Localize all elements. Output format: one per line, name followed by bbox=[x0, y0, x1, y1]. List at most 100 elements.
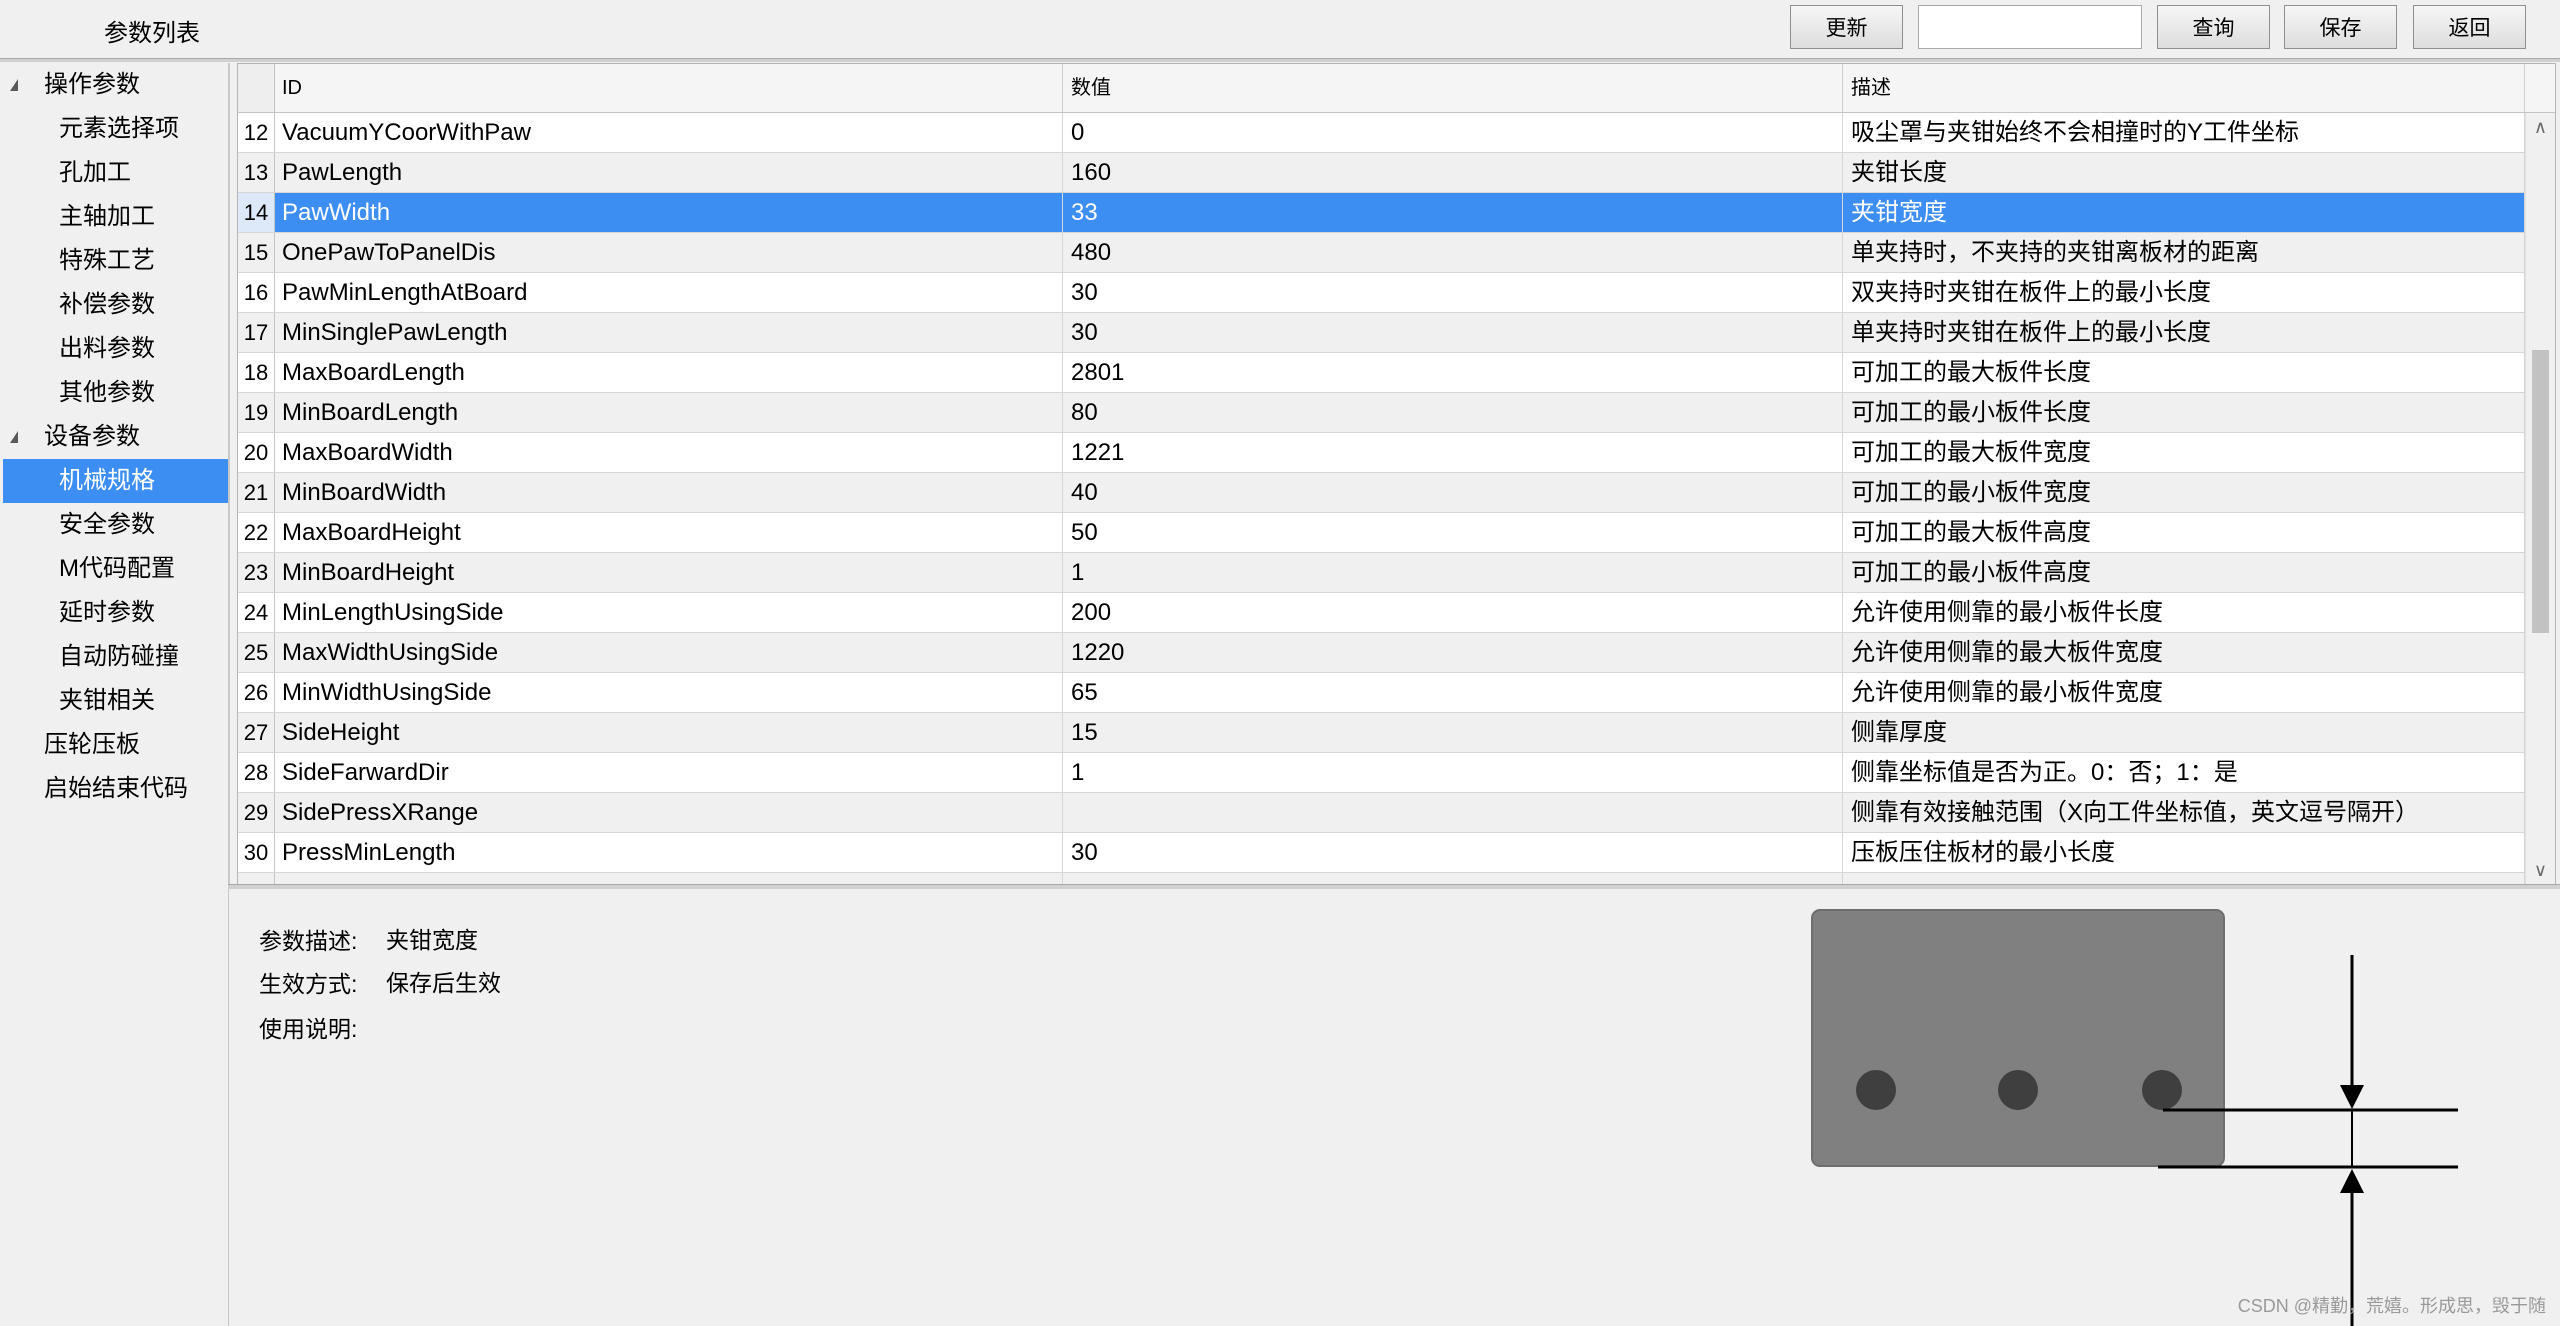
back-button[interactable]: 返回 bbox=[2413, 5, 2526, 49]
usage-label: 使用说明: bbox=[259, 1016, 358, 1042]
table-row[interactable]: 23 MinBoardHeight 1 可加工的最小板件高度 bbox=[238, 553, 2525, 593]
save-button[interactable]: 保存 bbox=[2284, 5, 2397, 49]
cell-value[interactable]: 200 bbox=[1063, 593, 1843, 632]
cell-value[interactable]: 15 bbox=[1063, 713, 1843, 752]
cell-value[interactable]: 50 bbox=[1063, 513, 1843, 552]
tree-item-label: 特殊工艺 bbox=[59, 247, 155, 274]
table-row[interactable]: 17 MinSinglePawLength 30 单夹持时夹钳在板件上的最小长度 bbox=[238, 313, 2525, 353]
watermark: CSDN @精勤，荒嬉。形成思，毁于随 bbox=[2237, 1296, 2546, 1316]
tree-node-start-end-code[interactable]: 启始结束代码 bbox=[3, 767, 228, 811]
query-button[interactable]: 查询 bbox=[2157, 5, 2270, 49]
tree-item-clamp[interactable]: 夹钳相关 bbox=[3, 679, 228, 723]
cell-value[interactable]: 65 bbox=[1063, 673, 1843, 712]
scroll-down-icon[interactable]: ∨ bbox=[2526, 856, 2555, 884]
tree-item-special-process[interactable]: 特殊工艺 bbox=[3, 239, 228, 283]
tree-item-delay[interactable]: 延时参数 bbox=[3, 591, 228, 635]
table-row[interactable]: 22 MaxBoardHeight 50 可加工的最大板件高度 bbox=[238, 513, 2525, 553]
tree-node-operation-params[interactable]: 操作参数 bbox=[3, 63, 228, 107]
table-row[interactable]: 12 VacuumYCoorWithPaw 0 吸尘罩与夹钳始终不会相撞时的Y工件坐标 bbox=[238, 113, 2525, 153]
table-row[interactable]: 24 MinLengthUsingSide 200 允许使用侧靠的最小板件长度 bbox=[238, 593, 2525, 633]
update-button[interactable]: 更新 bbox=[1790, 5, 1903, 49]
effect-mode-label: 生效方式: bbox=[259, 971, 358, 997]
table-row[interactable]: 29 SidePressXRange 侧靠有效接触范围（X向工件坐标值，英文逗号隔开… bbox=[238, 793, 2525, 833]
parameter-grid: ID 数值 描述 12 VacuumYCoorWithPaw 0 吸尘罩与夹钳始终不会… bbox=[237, 63, 2556, 885]
table-row[interactable]: 30 PressMinLength 30 压板压住板材的最小长度 bbox=[238, 833, 2525, 873]
cell-description: 双夹持时夹钳在板件上的最小长度 bbox=[1843, 273, 2525, 312]
tree-item-safety[interactable]: 安全参数 bbox=[3, 503, 228, 547]
search-input[interactable] bbox=[1918, 5, 2142, 49]
table-row[interactable]: 14 PawWidth 33 夹钳宽度 bbox=[238, 193, 2525, 233]
tree-item-label: M代码配置 bbox=[59, 555, 175, 582]
table-row[interactable]: 19 MinBoardLength 80 可加工的最小板件长度 bbox=[238, 393, 2525, 433]
cell-value[interactable]: 1 bbox=[1063, 753, 1843, 792]
table-row[interactable]: 27 SideHeight 15 侧靠厚度 bbox=[238, 713, 2525, 753]
column-header-id[interactable]: ID bbox=[274, 64, 1063, 112]
cell-id: MaxWidthUsingSide bbox=[274, 633, 1063, 672]
cell-value[interactable]: 30 bbox=[1063, 273, 1843, 312]
cell-value[interactable]: 80 bbox=[1063, 393, 1843, 432]
cell-description bbox=[1843, 873, 2525, 884]
vertical-scrollbar[interactable]: ∧ ∨ bbox=[2525, 113, 2555, 884]
cell-value[interactable]: 30 bbox=[1063, 833, 1843, 872]
cell-value[interactable]: 2801 bbox=[1063, 353, 1843, 392]
cell-value[interactable]: 1 bbox=[1063, 553, 1843, 592]
table-row[interactable]: 25 MaxWidthUsingSide 1220 允许使用侧靠的最大板件宽度 bbox=[238, 633, 2525, 673]
cell-value[interactable]: 0 bbox=[1063, 113, 1843, 152]
tree-item-discharge[interactable]: 出料参数 bbox=[3, 327, 228, 371]
tree-item-mcode-config[interactable]: M代码配置 bbox=[3, 547, 228, 591]
clamp-hole bbox=[1856, 1070, 1896, 1110]
cell-description: 可加工的最小板件高度 bbox=[1843, 553, 2525, 592]
cell-value[interactable]: 480 bbox=[1063, 233, 1843, 272]
expand-arrow-icon[interactable] bbox=[10, 79, 18, 91]
table-row[interactable]: 18 MaxBoardLength 2801 可加工的最大板件长度 bbox=[238, 353, 2525, 393]
row-number: 19 bbox=[238, 393, 275, 432]
cell-description: 允许使用侧靠的最大板件宽度 bbox=[1843, 633, 2525, 672]
cell-value[interactable]: 33 bbox=[1063, 193, 1843, 232]
tree-item-anti-collision[interactable]: 自动防碰撞 bbox=[3, 635, 228, 679]
cell-id: VacuumYCoorWithPaw bbox=[274, 113, 1063, 152]
cell-id: MinWidthUsingSide bbox=[274, 673, 1063, 712]
tree-item-hole-machining[interactable]: 孔加工 bbox=[3, 151, 228, 195]
table-row[interactable]: 15 OnePawToPanelDis 480 单夹持时，不夹持的夹钳离板材的距离 bbox=[238, 233, 2525, 273]
scroll-up-icon[interactable]: ∧ bbox=[2526, 113, 2555, 141]
tree-item-element-options[interactable]: 元素选择项 bbox=[3, 107, 228, 151]
tree-item-label: 补偿参数 bbox=[59, 291, 155, 318]
tree-node-press-wheel[interactable]: 压轮压板 bbox=[3, 723, 228, 767]
top-toolbar: 参数列表 更新 查询 保存 返回 bbox=[0, 0, 2560, 56]
row-number: 30 bbox=[238, 833, 275, 872]
cell-value[interactable] bbox=[1063, 793, 1843, 832]
column-header-value[interactable]: 数值 bbox=[1063, 64, 1843, 112]
scrollbar-thumb[interactable] bbox=[2532, 350, 2549, 633]
tree-item-spindle-machining[interactable]: 主轴加工 bbox=[3, 195, 228, 239]
cell-description: 可加工的最大板件宽度 bbox=[1843, 433, 2525, 472]
tree-node-label: 设备参数 bbox=[44, 423, 140, 450]
cell-value[interactable]: 1220 bbox=[1063, 633, 1843, 672]
table-row[interactable]: 20 MaxBoardWidth 1221 可加工的最大板件宽度 bbox=[238, 433, 2525, 473]
tree-item-compensation[interactable]: 补偿参数 bbox=[3, 283, 228, 327]
table-row[interactable]: 16 PawMinLengthAtBoard 30 双夹持时夹钳在板件上的最小长度 bbox=[238, 273, 2525, 313]
cell-value[interactable] bbox=[1063, 873, 1843, 884]
cell-value[interactable]: 30 bbox=[1063, 313, 1843, 352]
row-number: 17 bbox=[238, 313, 275, 352]
cell-value[interactable]: 40 bbox=[1063, 473, 1843, 512]
cell-id: MaxBoardLength bbox=[274, 353, 1063, 392]
cell-id: MinBoardHeight bbox=[274, 553, 1063, 592]
tree-item-label: 安全参数 bbox=[59, 511, 155, 538]
expand-arrow-icon[interactable] bbox=[10, 431, 18, 443]
tree-item-mechanical-spec[interactable]: 机械规格 bbox=[3, 459, 228, 503]
column-header-description[interactable]: 描述 bbox=[1843, 64, 2525, 112]
row-number: 14 bbox=[238, 193, 275, 232]
table-row[interactable]: 28 SideFarwardDir 1 侧靠坐标值是否为正。0：否；1：是 bbox=[238, 753, 2525, 793]
tree-item-label: 元素选择项 bbox=[59, 115, 179, 142]
row-number: 18 bbox=[238, 353, 275, 392]
cell-value[interactable]: 1221 bbox=[1063, 433, 1843, 472]
table-row[interactable]: 13 PawLength 160 夹钳长度 bbox=[238, 153, 2525, 193]
table-row[interactable]: 21 MinBoardWidth 40 可加工的最小板件宽度 bbox=[238, 473, 2525, 513]
tree-node-device-params[interactable]: 设备参数 bbox=[3, 415, 228, 459]
table-row[interactable]: 26 MinWidthUsingSide 65 允许使用侧靠的最小板件宽度 bbox=[238, 673, 2525, 713]
tree-item-other-params[interactable]: 其他参数 bbox=[3, 371, 228, 415]
row-header-corner bbox=[238, 64, 275, 112]
table-row[interactable] bbox=[238, 873, 2525, 884]
cell-value[interactable]: 160 bbox=[1063, 153, 1843, 192]
cell-description: 夹钳长度 bbox=[1843, 153, 2525, 192]
